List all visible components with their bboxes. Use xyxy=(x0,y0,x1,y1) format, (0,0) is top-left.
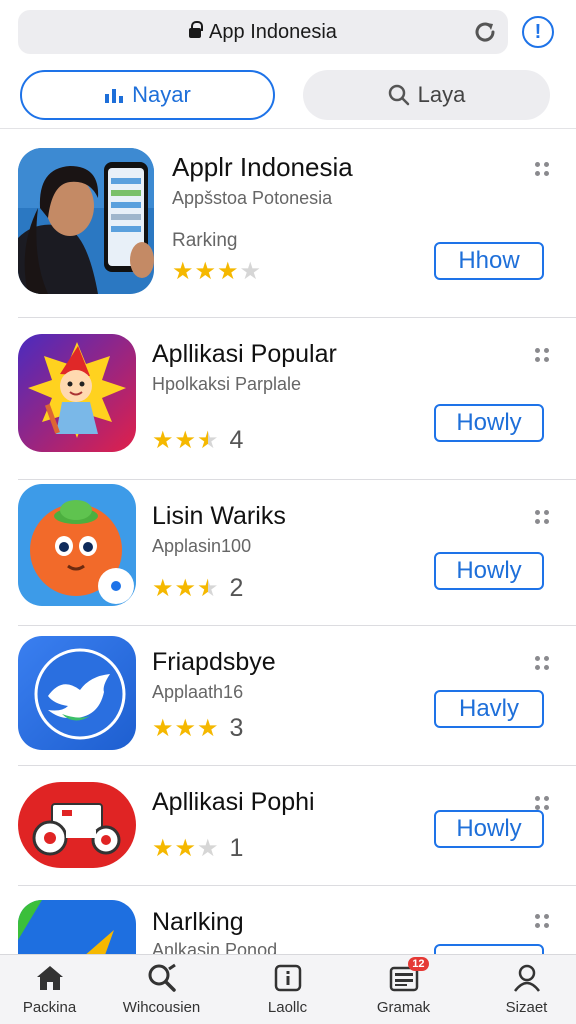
star-icon: ★ xyxy=(174,574,197,602)
browser-bar: App Indonesia ! xyxy=(0,0,576,62)
star-icon: ★ xyxy=(239,258,262,285)
star-icon: ★ xyxy=(152,574,174,602)
star-icon: ★ xyxy=(172,258,194,285)
star-icon: ★ xyxy=(174,714,197,742)
get-button[interactable]: Hhow xyxy=(434,242,544,280)
star-rating: ★ ★ ★ ★ xyxy=(172,260,262,284)
app-title: Narlking xyxy=(152,908,244,936)
ranking-label: Rarking xyxy=(172,230,238,251)
notification-badge: 12 xyxy=(408,957,429,971)
get-button[interactable]: Howly xyxy=(434,552,544,590)
more-icon[interactable] xyxy=(535,162,549,176)
chart-icon xyxy=(104,86,124,104)
info-glyph: ! xyxy=(534,20,542,43)
get-button[interactable] xyxy=(434,944,544,954)
person-with-phone-icon xyxy=(18,148,154,294)
tab-packina[interactable]: Packina xyxy=(0,961,107,1016)
segment-nayar-label: Nayar xyxy=(132,82,191,107)
star-icon: ★ xyxy=(174,834,197,862)
star-icon: ★ xyxy=(152,714,174,742)
segment-laya[interactable]: Laya xyxy=(303,70,550,120)
star-icon: ★ xyxy=(217,258,239,285)
segment-nayar[interactable]: Nayar xyxy=(20,70,275,120)
app-subtitle: Hpolkaksi Parplale xyxy=(152,374,302,394)
more-icon[interactable] xyxy=(535,796,549,810)
app-list: Applr Indonesia Appšstoa Potonesia Rarki… xyxy=(0,128,576,954)
star-icon: ★ xyxy=(152,426,174,454)
cartoon-character-icon xyxy=(18,334,136,452)
rating-count: 1 xyxy=(229,834,244,862)
info-icon[interactable]: ! xyxy=(522,16,554,48)
url-bar[interactable]: App Indonesia xyxy=(18,10,508,54)
tractor-icon xyxy=(18,782,136,868)
star-icon: ★ xyxy=(197,714,219,742)
tab-laollc[interactable]: Laollc xyxy=(230,961,345,1016)
star-icon: ★ xyxy=(197,834,219,862)
get-button[interactable]: Howly xyxy=(434,810,544,848)
lock-icon xyxy=(189,21,204,38)
tab-label: Wihcousien xyxy=(122,999,201,1016)
get-button[interactable]: Havly xyxy=(434,690,544,728)
list-item[interactable]: Narlking Anlkasin Ponod xyxy=(0,886,576,954)
segment-laya-label: Laya xyxy=(417,82,466,107)
app-subtitle: Applaath16 xyxy=(152,682,244,702)
star-icon: ★ xyxy=(174,426,197,454)
reload-icon[interactable] xyxy=(472,19,498,45)
get-button[interactable]: Howly xyxy=(434,404,544,442)
news-icon: 12 xyxy=(387,957,429,995)
tab-label: Gramak xyxy=(376,999,431,1016)
more-icon[interactable] xyxy=(535,510,549,524)
star-rating: ★ ★ ★ 4 xyxy=(152,426,243,455)
app-title: Apllikasi Popular xyxy=(152,340,337,368)
url-title: App Indonesia xyxy=(209,20,337,43)
star-rating: ★ ★ ★ 2 xyxy=(152,574,243,603)
tab-label: Packina xyxy=(22,999,77,1016)
star-rating: ★ ★ ★ 3 xyxy=(152,714,243,743)
list-item[interactable]: Applr Indonesia Appšstoa Potonesia Rarki… xyxy=(0,128,576,318)
app-subtitle: Appšstoa Potonesia xyxy=(172,188,333,208)
app-title: Friapdsbye xyxy=(152,648,276,676)
list-item[interactable]: Apllikasi Popular Hpolkaksi Parplale ★ ★… xyxy=(0,318,576,480)
more-icon[interactable] xyxy=(535,914,549,928)
tab-wihcousien[interactable]: Wihcousien xyxy=(104,961,219,1016)
tab-label: Sizaet xyxy=(505,999,548,1016)
star-icon: ★ xyxy=(194,258,217,285)
list-item[interactable]: Apllikasi Pophi ★ ★ ★ 1 Howly xyxy=(0,766,576,886)
search-tab-icon xyxy=(145,961,179,995)
more-icon[interactable] xyxy=(535,656,549,670)
rating-count: 4 xyxy=(229,426,244,454)
search-icon xyxy=(388,84,410,106)
rating-count: 2 xyxy=(229,574,244,602)
app-subtitle: Anlkasin Ponod xyxy=(152,940,278,954)
tab-sizaet[interactable]: Sizaet xyxy=(469,961,576,1016)
info-box-icon xyxy=(271,961,305,995)
tab-label: Laollc xyxy=(267,999,308,1016)
star-rating: ★ ★ ★ 1 xyxy=(152,834,243,863)
tab-bar: Packina Wihcousien Laollc 12 Gramak Siza… xyxy=(0,954,576,1024)
rating-count: 3 xyxy=(229,714,244,742)
app-title: Apllikasi Pophi xyxy=(152,788,315,816)
star-icon: ★ xyxy=(197,574,219,602)
list-item[interactable]: Friapdsbye Applaath16 ★ ★ ★ 3 Havly xyxy=(0,626,576,766)
profile-icon xyxy=(510,961,544,995)
segment-control: Nayar Laya xyxy=(0,70,576,122)
star-icon: ★ xyxy=(152,834,174,862)
list-item[interactable]: Lisin Wariks Applasin100 ★ ★ ★ 2 Howly xyxy=(0,480,576,626)
app-title: Lisin Wariks xyxy=(152,502,286,530)
blue-arrow-icon xyxy=(18,900,136,954)
star-icon: ★ xyxy=(197,426,219,454)
app-title: Applr Indonesia xyxy=(172,152,353,182)
tab-gramak[interactable]: 12 Gramak xyxy=(346,957,461,1016)
bird-icon xyxy=(18,636,136,750)
home-icon xyxy=(33,961,67,995)
more-icon[interactable] xyxy=(535,348,549,362)
app-subtitle: Applasin100 xyxy=(152,536,252,556)
orange-face-icon xyxy=(18,484,136,606)
